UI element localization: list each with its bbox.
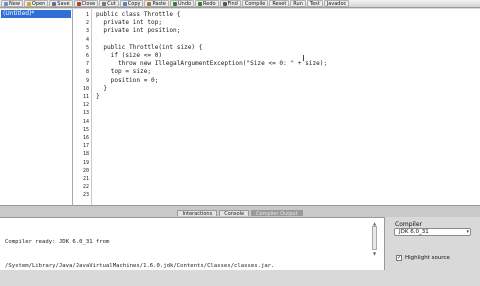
compile-button[interactable]: Compile <box>241 0 269 7</box>
toolbar-button-label: Undo <box>177 0 192 7</box>
chevron-down-icon: ▾ <box>466 229 469 235</box>
toolbar-button-label: Copy <box>127 0 141 7</box>
line-number: 9 <box>85 77 89 84</box>
compiler-output-pane: Compiler ready: JDK 6.0_31 from /System/… <box>0 217 385 270</box>
line-number: 1 <box>85 12 89 18</box>
line-number-gutter: 1 2 3 4 5 6 7 8 9 10 11 12 13 14 15 16 17 18 19 20 21 22 23 <box>73 9 92 205</box>
scroll-down-icon[interactable]: ▼ <box>373 251 376 256</box>
line-number: 3 <box>85 28 89 35</box>
code-line: public class Throttle { <box>96 11 181 18</box>
file-item-untitled[interactable]: (Untitled)* <box>1 10 71 18</box>
tab-compiler-output[interactable]: Compiler Output <box>251 210 303 217</box>
bottom-tab-bar: Interactions Console Compiler Output <box>0 210 480 217</box>
javadoc-button[interactable]: Javadoc <box>323 0 350 7</box>
line-number: 11 <box>82 94 89 100</box>
toolbar-button-label: Reset <box>272 0 287 7</box>
highlight-source-label: Highlight source <box>405 255 450 261</box>
toolbar-button-label: Open <box>31 0 46 7</box>
line-number: 19 <box>82 159 89 166</box>
file-list-panel: (Untitled)* <box>0 9 73 205</box>
line-number: 22 <box>82 184 89 191</box>
code-line: top = size; <box>96 68 152 76</box>
paste-button[interactable]: Paste <box>144 0 169 7</box>
scissors-icon <box>102 1 107 6</box>
compiler-select[interactable]: JDK 6.0_31 ▾ <box>394 228 471 236</box>
run-button[interactable]: Run <box>290 0 306 7</box>
line-number: 23 <box>82 192 89 199</box>
find-button[interactable]: Find <box>219 0 241 7</box>
line-number: 21 <box>82 176 89 182</box>
toolbar-button-label: Save <box>57 0 70 7</box>
compiler-label: Compiler <box>395 221 423 228</box>
toolbar-button-label: Paste <box>152 0 166 7</box>
code-line: } <box>96 93 100 100</box>
line-number: 17 <box>82 143 89 150</box>
redo-button[interactable]: Redo <box>195 0 219 7</box>
redo-icon <box>198 1 203 6</box>
toolbar-button-label: Close <box>81 0 96 7</box>
close-button[interactable]: Close <box>73 0 99 7</box>
find-icon <box>222 1 227 6</box>
open-folder-icon <box>26 1 31 6</box>
toolbar-button-label: Run <box>293 0 303 7</box>
highlight-source-checkbox[interactable]: ✓ <box>396 255 402 261</box>
toolbar-button-label: Compile <box>244 0 266 7</box>
toolbar-button-label: Cut <box>107 0 116 7</box>
scroll-up-icon[interactable]: ▲ <box>373 221 376 226</box>
undo-icon <box>172 1 177 6</box>
toolbar-button-label: Test <box>309 0 320 7</box>
paste-icon <box>147 1 152 6</box>
line-number: 14 <box>82 118 89 125</box>
code-line: private int top; <box>96 19 163 27</box>
output-scrollbar[interactable] <box>372 226 377 250</box>
line-number: 4 <box>85 36 89 43</box>
line-number: 7 <box>85 61 89 68</box>
tab-console[interactable]: Console <box>219 210 250 217</box>
copy-button[interactable]: Copy <box>119 0 144 7</box>
undo-button[interactable]: Undo <box>169 0 195 7</box>
close-file-icon <box>76 1 81 6</box>
line-number: 16 <box>82 135 89 141</box>
tab-interactions[interactable]: Interactions <box>177 210 218 217</box>
line-number: 15 <box>82 126 89 133</box>
console-line: /System/Library/Java/JavaVirtualMachines… <box>5 263 275 269</box>
save-icon <box>52 1 57 6</box>
line-number: 20 <box>82 167 89 174</box>
code-line: if (size <= 0) <box>96 52 163 59</box>
code-line: public Throttle(int size) { <box>96 43 203 51</box>
copy-icon <box>122 1 127 6</box>
toolbar-button-label: New <box>9 0 20 7</box>
toolbar-button-label: Find <box>227 0 238 7</box>
new-button[interactable]: New <box>1 0 23 7</box>
new-file-icon <box>4 1 8 6</box>
reset-button[interactable]: Reset <box>269 0 290 7</box>
line-number: 12 <box>82 102 89 109</box>
code-line: position = 0; <box>96 76 159 84</box>
code-line: private int position; <box>96 27 181 35</box>
save-button[interactable]: Save <box>49 0 73 7</box>
code-editor[interactable]: public class Throttle { private int top;… <box>92 9 480 205</box>
line-number: 6 <box>85 53 89 59</box>
console-line: Compiler ready: JDK 6.0_31 from <box>5 239 110 245</box>
open-button[interactable]: Open <box>23 0 49 7</box>
compiler-panel: Compiler JDK 6.0_31 ▾ ✓ Highlight source <box>387 217 480 270</box>
line-number: 13 <box>82 110 89 117</box>
code-line: throw new IllegalArgumentException("Size… <box>96 60 328 68</box>
line-number: 10 <box>82 85 89 92</box>
compiler-select-value: JDK 6.0_31 <box>399 229 429 235</box>
toolbar: New Open Save Close Cut Copy Paste Undo Redo Find… <box>0 0 480 8</box>
line-number: 5 <box>85 44 89 51</box>
text-cursor <box>303 55 304 61</box>
toolbar-button-label: Redo <box>203 0 216 7</box>
cut-button[interactable]: Cut <box>99 0 119 7</box>
toolbar-button-label: Javadoc <box>326 0 347 7</box>
line-number: 8 <box>85 69 89 76</box>
line-number: 2 <box>85 20 89 27</box>
line-number: 18 <box>82 151 89 158</box>
test-button[interactable]: Test <box>306 0 323 7</box>
code-line: } <box>96 84 108 92</box>
